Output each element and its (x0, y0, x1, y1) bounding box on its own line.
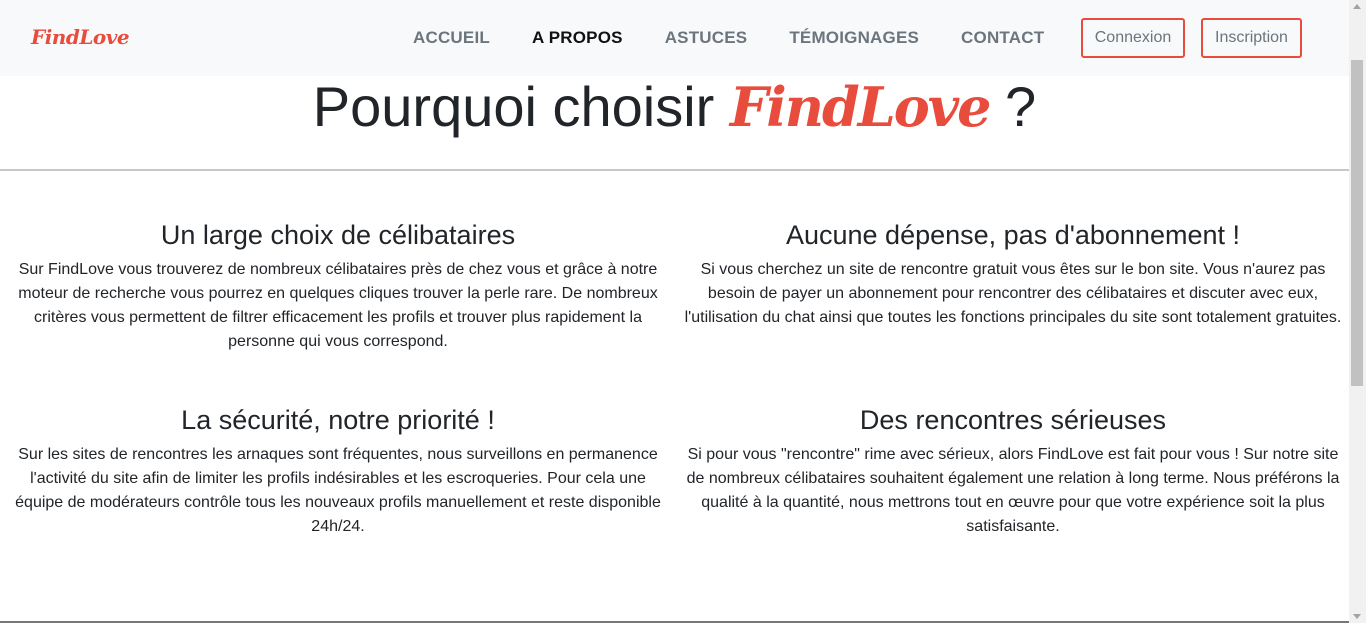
feature-title: Un large choix de célibataires (160, 220, 516, 250)
nav-link-accueil[interactable]: ACCUEIL (392, 28, 511, 48)
nav-link-contact[interactable]: CONTACT (940, 28, 1065, 48)
vertical-scrollbar[interactable] (1349, 0, 1366, 623)
scroll-thumb[interactable] (1351, 60, 1363, 386)
page-title: Pourquoi choisir FindLove ? (0, 75, 1349, 139)
scroll-up-icon[interactable] (1353, 4, 1361, 9)
page-title-brand: FindLove (729, 75, 992, 139)
nav-link-temoignages[interactable]: TÉMOIGNAGES (768, 28, 940, 48)
feature-serious: Des rencontres sérieuses Si pour vous "r… (683, 403, 1343, 539)
feature-text: Sur les sites de rencontres les arnaques… (15, 446, 661, 535)
login-button[interactable]: Connexion (1081, 18, 1185, 58)
feature-text: Si vous cherchez un site de rencontre gr… (684, 261, 1342, 326)
divider (0, 169, 1349, 171)
page-title-suffix: ? (1005, 75, 1037, 138)
feature-title: Aucune dépense, pas d'abonnement ! (785, 220, 1240, 250)
nav-link-a-propos[interactable]: A PROPOS (511, 28, 644, 48)
feature-title: La sécurité, notre priorité ! (181, 405, 495, 435)
nav-link-astuces[interactable]: ASTUCES (644, 28, 769, 48)
feature-choice: Un large choix de célibataires Sur FindL… (8, 218, 668, 354)
signup-button[interactable]: Inscription (1201, 18, 1302, 58)
scroll-down-icon[interactable] (1353, 614, 1361, 619)
feature-title: Des rencontres sérieuses (859, 405, 1167, 435)
navbar: FindLove ACCUEIL A PROPOS ASTUCES TÉMOIG… (0, 0, 1349, 76)
nav-links: ACCUEIL A PROPOS ASTUCES TÉMOIGNAGES CON… (392, 0, 1065, 76)
feature-text: Si pour vous "rencontre" rime avec série… (686, 446, 1340, 535)
brand-logo[interactable]: FindLove (31, 25, 130, 49)
feature-security: La sécurité, notre priorité ! Sur les si… (8, 403, 668, 539)
page-title-prefix: Pourquoi choisir (312, 75, 715, 138)
feature-text: Sur FindLove vous trouverez de nombreux … (18, 261, 658, 350)
feature-free: Aucune dépense, pas d'abonnement ! Si vo… (683, 218, 1343, 330)
